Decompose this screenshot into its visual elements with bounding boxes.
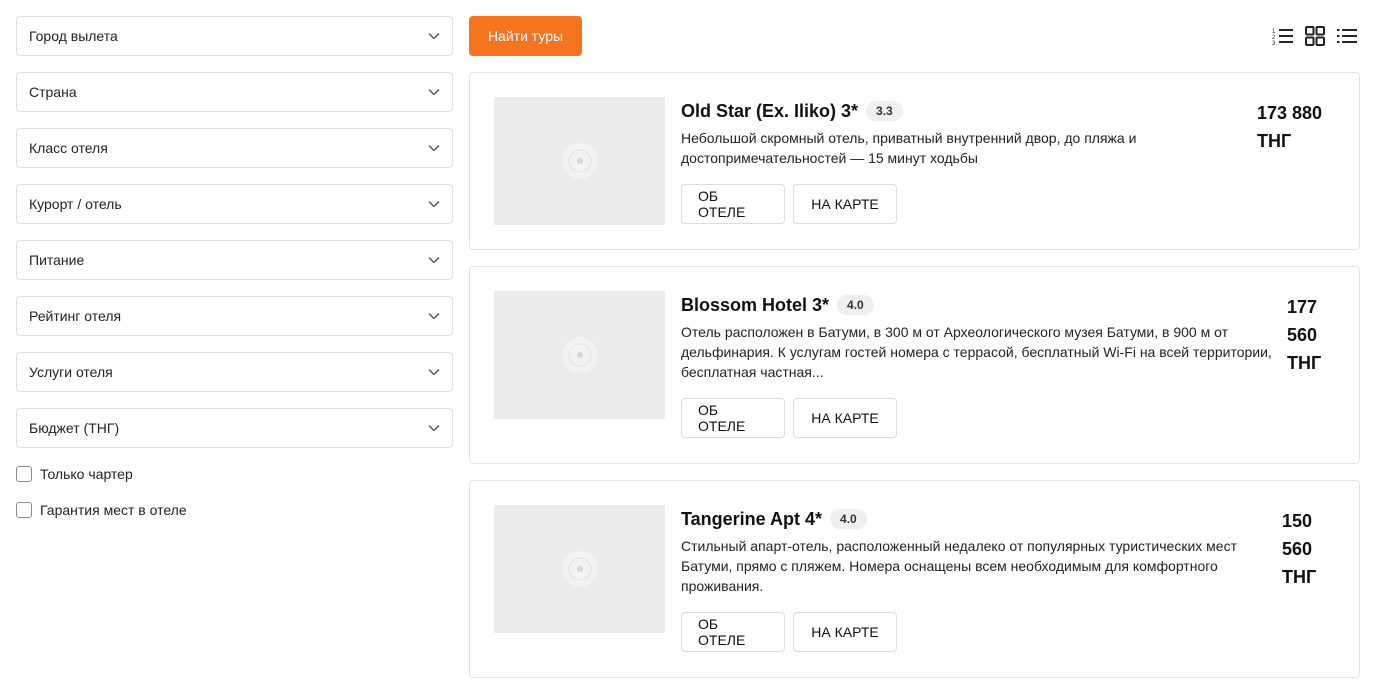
hotel-services-select[interactable]: Услуги отеля xyxy=(16,352,453,392)
guaranteed-rooms-checkbox[interactable] xyxy=(16,502,32,518)
select-label: Рейтинг отеля xyxy=(29,308,122,324)
checkbox-label: Гарантия мест в отеле xyxy=(40,502,187,518)
chevron-down-icon xyxy=(428,89,440,96)
charter-only-option[interactable]: Только чартер xyxy=(16,464,453,484)
view-mode-switcher: 1 2 3 xyxy=(1272,26,1358,46)
hotel-price: 150 560 ТНГ xyxy=(1282,511,1317,587)
svg-text:3: 3 xyxy=(1272,41,1276,46)
select-label: Питание xyxy=(29,252,85,268)
about-hotel-button[interactable]: ОБ ОТЕЛЕ xyxy=(681,612,785,652)
resort-hotel-select[interactable]: Курорт / отель xyxy=(16,184,453,224)
hotel-class-select[interactable]: Класс отеля xyxy=(16,128,453,168)
guaranteed-rooms-option[interactable]: Гарантия мест в отеле xyxy=(16,500,453,520)
chevron-down-icon xyxy=(428,145,440,152)
select-label: Страна xyxy=(29,84,77,100)
select-label: Класс отеля xyxy=(29,140,108,156)
about-hotel-button[interactable]: ОБ ОТЕЛЕ xyxy=(681,184,785,224)
hotel-card: Old Star (Ex. Iliko) 3* 3.3 Небольшой ск… xyxy=(469,72,1360,250)
hotel-name[interactable]: Old Star (Ex. Iliko) 3* xyxy=(681,101,858,122)
chevron-down-icon xyxy=(428,369,440,376)
hotel-price: 173 880 ТНГ xyxy=(1257,103,1323,151)
hotel-image-placeholder xyxy=(494,505,665,633)
chevron-down-icon xyxy=(428,313,440,320)
charter-only-checkbox[interactable] xyxy=(16,466,32,482)
list-icon[interactable] xyxy=(1336,26,1358,46)
filter-sidebar: Город вылета Страна Класс отеля Курорт /… xyxy=(16,16,453,536)
hotel-image-placeholder xyxy=(494,97,665,225)
hotel-card: Tangerine Apt 4* 4.0 Стильный апарт-отел… xyxy=(469,480,1360,678)
select-label: Курорт / отель xyxy=(29,196,122,212)
select-label: Услуги отеля xyxy=(29,364,113,380)
departure-city-select[interactable]: Город вылета xyxy=(16,16,453,56)
hotel-name[interactable]: Blossom Hotel 3* xyxy=(681,295,829,316)
show-on-map-button[interactable]: НА КАРТЕ xyxy=(793,184,897,224)
select-label: Бюджет (ТНГ) xyxy=(29,420,120,436)
hotel-title-row: Tangerine Apt 4* 4.0 xyxy=(681,508,1281,530)
image-placeholder-icon xyxy=(561,337,598,373)
image-placeholder-icon xyxy=(561,551,598,587)
hotel-card: Blossom Hotel 3* 4.0 Отель расположен в … xyxy=(469,266,1360,464)
chevron-down-icon xyxy=(428,201,440,208)
hotel-description: Отель расположен в Батуми, в 300 м от Ар… xyxy=(681,324,1272,380)
hotel-title-row: Old Star (Ex. Iliko) 3* 3.3 xyxy=(681,100,1281,122)
hotel-actions: ОБ ОТЕЛЕ НА КАРТЕ xyxy=(681,184,1281,224)
hotel-actions: ОБ ОТЕЛЕ НА КАРТЕ xyxy=(681,398,1281,438)
hotel-name[interactable]: Tangerine Apt 4* xyxy=(681,509,822,530)
hotel-price: 177 560 ТНГ xyxy=(1287,297,1322,373)
show-on-map-button[interactable]: НА КАРТЕ xyxy=(793,612,897,652)
image-placeholder-icon xyxy=(561,143,598,179)
hotel-title-row: Blossom Hotel 3* 4.0 xyxy=(681,294,1281,316)
budget-select[interactable]: Бюджет (ТНГ) xyxy=(16,408,453,448)
show-on-map-button[interactable]: НА КАРТЕ xyxy=(793,398,897,438)
hotel-info: Tangerine Apt 4* 4.0 Стильный апарт-отел… xyxy=(681,505,1281,653)
chevron-down-icon xyxy=(428,425,440,432)
about-hotel-button[interactable]: ОБ ОТЕЛЕ xyxy=(681,398,785,438)
hotel-description: Небольшой скромный отель, приватный внут… xyxy=(681,130,1137,166)
chevron-down-icon xyxy=(428,33,440,40)
chevron-down-icon xyxy=(428,257,440,264)
checkbox-label: Только чартер xyxy=(40,466,133,482)
hotel-info: Old Star (Ex. Iliko) 3* 3.3 Небольшой ск… xyxy=(681,97,1281,225)
hotel-actions: ОБ ОТЕЛЕ НА КАРТЕ xyxy=(681,612,1281,652)
hotel-image-placeholder xyxy=(494,291,665,419)
rating-badge: 3.3 xyxy=(866,101,903,121)
hotel-rating-select[interactable]: Рейтинг отеля xyxy=(16,296,453,336)
rating-badge: 4.0 xyxy=(837,295,874,315)
numbered-list-icon[interactable]: 1 2 3 xyxy=(1272,26,1294,46)
hotel-info: Blossom Hotel 3* 4.0 Отель расположен в … xyxy=(681,291,1281,439)
meal-select[interactable]: Питание xyxy=(16,240,453,280)
country-select[interactable]: Страна xyxy=(16,72,453,112)
select-label: Город вылета xyxy=(29,28,118,44)
page: Город вылета Страна Класс отеля Курорт /… xyxy=(0,0,1376,694)
rating-badge: 4.0 xyxy=(830,509,867,529)
find-tours-button[interactable]: Найти туры xyxy=(469,16,582,56)
grid-icon[interactable] xyxy=(1304,26,1326,46)
hotel-results-list: Old Star (Ex. Iliko) 3* 3.3 Небольшой ск… xyxy=(469,72,1360,694)
hotel-description: Стильный апарт-отель, расположенный неда… xyxy=(681,538,1237,594)
